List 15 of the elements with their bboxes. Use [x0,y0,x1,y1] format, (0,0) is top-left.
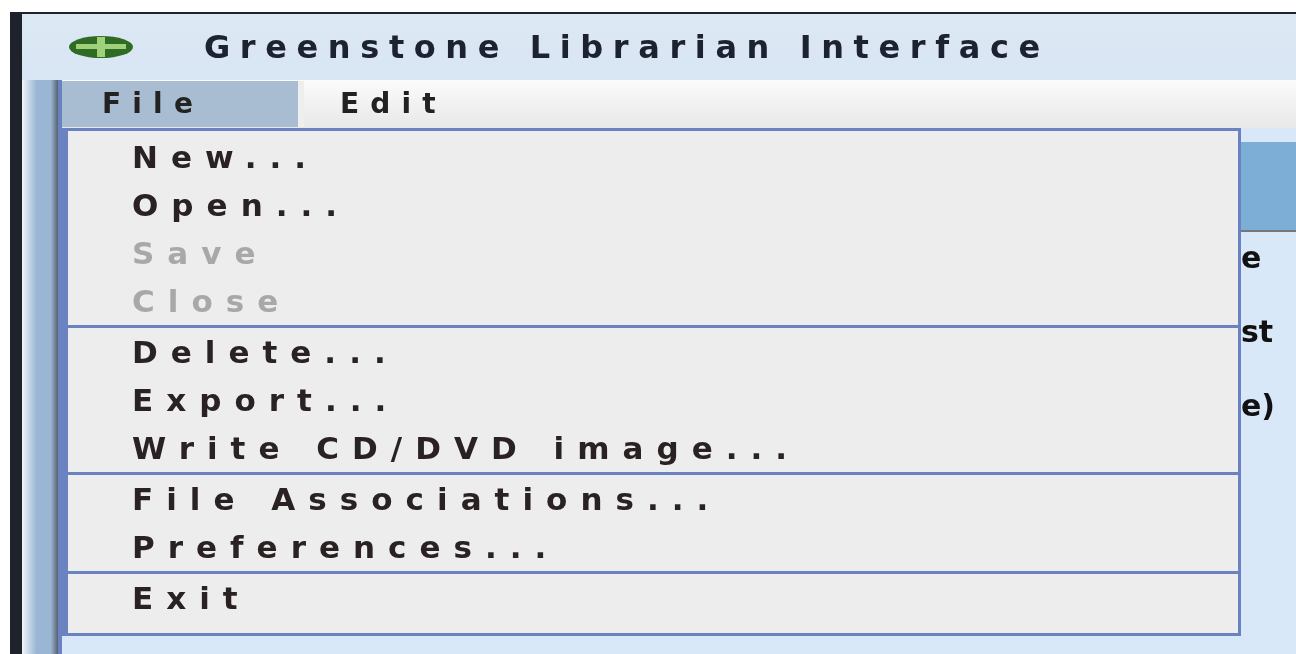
menu-bar-item[interactable]: Edit [304,81,483,127]
partial-text: e) [1241,388,1277,424]
partial-text: e [1241,240,1263,276]
menu-item[interactable]: Write CD/DVD image... [68,424,1238,472]
menu-item[interactable]: Open... [68,181,1238,229]
menu-item[interactable]: New... [68,133,1238,181]
menu-item[interactable]: Export... [68,376,1238,424]
window-title: Greenstone Librarian Interface [204,28,1050,66]
menu-bar-item[interactable]: File [62,81,304,127]
app-logo-icon [68,35,134,59]
menu-item[interactable]: Delete... [68,328,1238,376]
partial-text: st [1241,314,1275,350]
menu-item[interactable]: File Associations... [68,475,1238,523]
menu-item[interactable]: Preferences... [68,523,1238,571]
menu-item[interactable]: Exit [68,574,1238,622]
